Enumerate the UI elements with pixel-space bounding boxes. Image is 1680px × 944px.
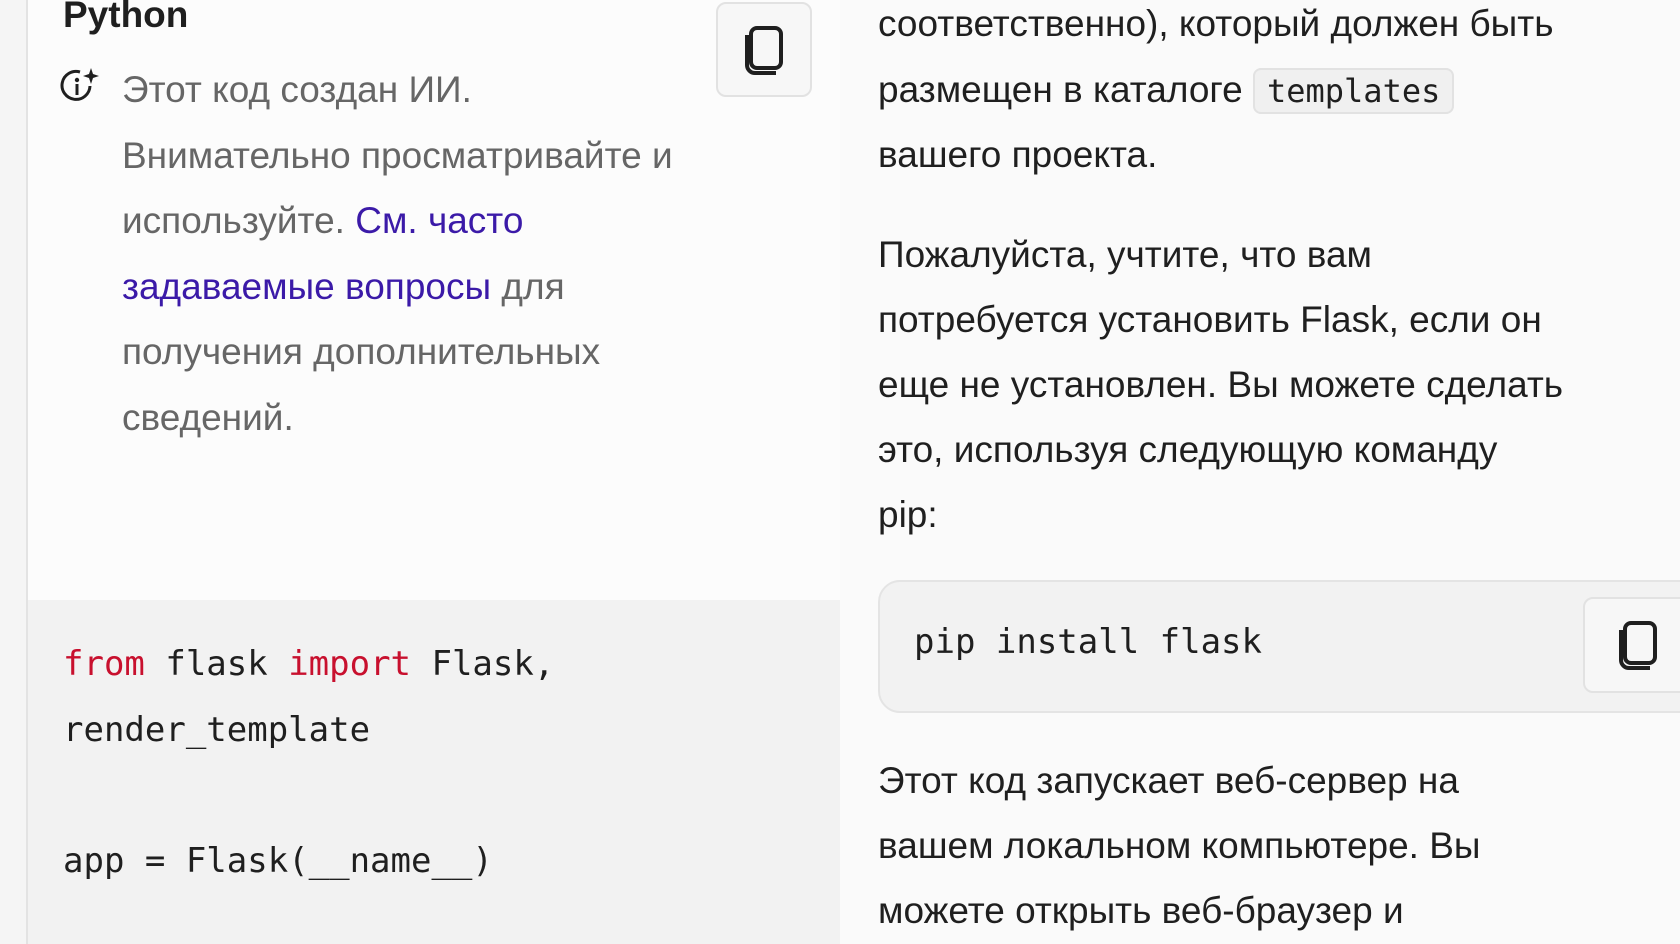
paragraph-line: размещен в каталоге templates [878,57,1455,125]
code-language-label: Python [63,0,189,35]
paragraph-line: вашего проекта. [878,134,1158,175]
copy-code-button[interactable] [716,2,812,97]
left-gutter [0,0,28,944]
paragraph-line: потребуется установить Flask, если он [878,299,1542,340]
paragraph-line: можете открыть веб-браузер и [878,890,1404,931]
pip-command[interactable]: pip install flask [914,622,1262,662]
paragraph-text: размещен в каталоге [878,69,1253,110]
inline-code: templates [1252,68,1455,114]
code-text: Flask, [411,644,555,684]
paragraph-line: это, используя следующую команду [878,429,1498,470]
code-line: render_template [63,709,371,750]
paragraph-line: Этот код запускает веб-сервер на [878,760,1459,801]
keyword: from [63,644,145,684]
paragraph-line: соответственно), который должен быть [878,3,1554,44]
copy-pip-button[interactable] [1583,597,1680,693]
paragraph-line: pip: [878,494,938,535]
paragraph-line: вашем локальном компьютере. Вы [878,825,1481,866]
ai-info-sparkle-icon [60,68,99,101]
paragraph-line: еще не установлен. Вы можете сделать [878,364,1564,405]
code-text: flask [144,644,289,684]
code-line: app = Flask(__name__) [63,840,493,881]
code-content[interactable]: from flask import Flask, render_template … [63,632,554,894]
ai-notice: Этот код создан ИИ. Внимательно просматр… [122,57,682,450]
copy-icon [1619,621,1657,670]
keyword: import [288,644,412,684]
copy-icon [745,25,783,75]
code-line: from flask import Flask, [63,632,554,698]
paragraph-line: Пожалуйста, учтите, что вам [878,234,1372,275]
